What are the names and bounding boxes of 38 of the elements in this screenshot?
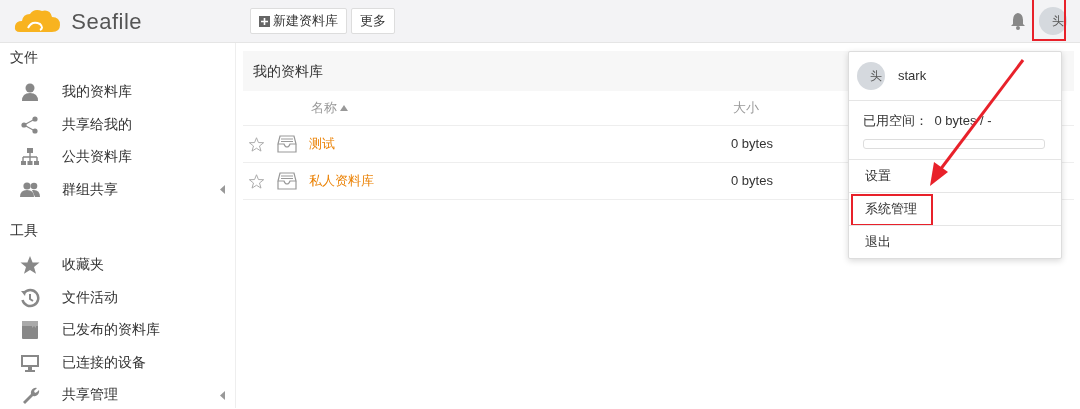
sidebar-item[interactable]: 收藏夹 — [10, 249, 235, 282]
star-icon[interactable] — [249, 173, 264, 189]
star-icon — [20, 255, 40, 276]
history-icon — [20, 287, 40, 308]
user-name: stark — [898, 67, 927, 86]
sidebar-item[interactable]: 群组共享 — [10, 173, 235, 206]
sidebar-item[interactable]: 共享给我的 — [10, 108, 235, 141]
size-text: 0 bytes — [731, 135, 773, 154]
monitor-icon — [20, 352, 40, 373]
sidebar-item[interactable]: 我的资料库 — [10, 76, 235, 109]
book-icon — [20, 320, 40, 341]
users-icon — [20, 179, 40, 200]
sidebar-item[interactable]: 共享管理 — [10, 379, 235, 409]
quota-label: 已用空间： — [863, 112, 928, 130]
menu-item[interactable]: 系统管理 — [865, 198, 917, 219]
menu-item[interactable]: 退出 — [865, 231, 891, 252]
plus-icon — [259, 15, 270, 27]
sidebar-item[interactable]: 文件活动 — [10, 281, 235, 314]
new-library-button[interactable]: 新建资料库 — [250, 8, 348, 34]
bell-icon — [1010, 12, 1026, 30]
avatar: 头 — [857, 62, 885, 90]
menu-item[interactable]: 设置 — [865, 165, 891, 186]
section-title: 工具 — [10, 221, 39, 240]
quota-value: 0 bytes / - — [934, 112, 992, 130]
avatar[interactable]: 头 — [1039, 7, 1067, 35]
section-title: 文件 — [10, 48, 39, 67]
star-icon[interactable] — [249, 136, 264, 152]
more-button[interactable]: 更多 — [350, 8, 395, 34]
share-icon — [20, 114, 40, 135]
logo-text: Seafile — [71, 7, 143, 36]
sidebar-item[interactable]: 已连接的设备 — [10, 346, 235, 379]
size-text: 0 bytes — [731, 172, 773, 191]
library-icon — [277, 135, 297, 153]
sidebar-item[interactable]: 公共资料库 — [10, 141, 235, 174]
sitemap-icon — [20, 147, 40, 168]
user-icon — [20, 82, 40, 103]
library-icon — [277, 172, 297, 190]
sidebar-item[interactable]: 已发布的资料库 — [10, 314, 235, 347]
